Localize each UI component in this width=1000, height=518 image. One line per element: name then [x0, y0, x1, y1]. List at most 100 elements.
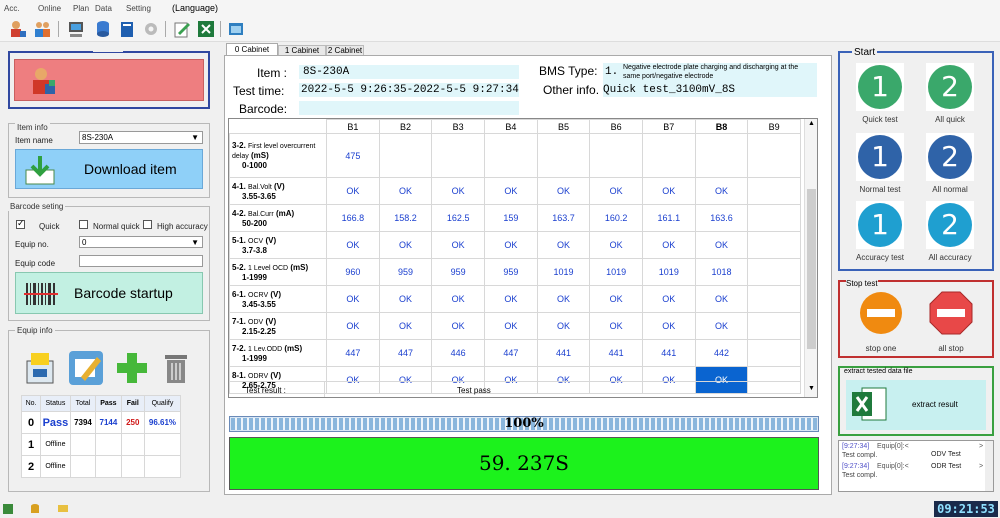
- grid-cell[interactable]: 1019: [641, 258, 696, 286]
- grid-cell[interactable]: [747, 177, 801, 205]
- menu-language[interactable]: (Language): [172, 3, 218, 13]
- grid-cell[interactable]: OK: [378, 177, 433, 205]
- table-row[interactable]: 6-1. OCRV (V) 3.45-3.55 OK OK OK OK OK OK OK OK: [229, 285, 801, 313]
- grid-cell[interactable]: 441: [536, 339, 591, 367]
- grid-cell[interactable]: OK: [641, 177, 696, 205]
- item-name-select[interactable]: 8S-230A ▼: [79, 131, 203, 144]
- trash-icon[interactable]: [161, 351, 191, 385]
- grid-cell[interactable]: [378, 133, 433, 178]
- grid-cell[interactable]: [431, 133, 486, 178]
- grid-cell[interactable]: OK: [378, 285, 433, 313]
- normal-quick-checkbox[interactable]: [79, 220, 88, 229]
- menu-acc[interactable]: Acc.: [4, 4, 20, 13]
- grid-cell[interactable]: 447: [484, 339, 538, 367]
- grid-cell[interactable]: [747, 285, 801, 313]
- all-stop-icon[interactable]: [928, 290, 974, 336]
- grid-cell[interactable]: [747, 204, 801, 232]
- menu-data[interactable]: Data: [95, 4, 112, 13]
- menu-plan[interactable]: Plan: [73, 4, 89, 13]
- printer-icon[interactable]: [23, 351, 57, 387]
- grid-cell[interactable]: OK: [589, 231, 643, 259]
- grid-cell[interactable]: OK: [641, 312, 696, 340]
- grid-cell[interactable]: 1019: [536, 258, 591, 286]
- table-row[interactable]: 7-2. 1 Lev.ODD (mS) 1-1999 447 447 446 447 441…: [229, 339, 801, 367]
- table-row[interactable]: 3-2. First level overcurrent delay (mS) 0…: [229, 133, 801, 178]
- grid-cell[interactable]: 166.8: [326, 204, 380, 232]
- window-icon[interactable]: [226, 19, 246, 39]
- table-row[interactable]: 1 Offline: [20, 433, 182, 456]
- grid-cell[interactable]: OK: [431, 312, 486, 340]
- equip-code-input[interactable]: [79, 255, 203, 267]
- grid-cell[interactable]: OK: [431, 177, 486, 205]
- table-row[interactable]: 2 Offline: [20, 455, 182, 478]
- grid-cell[interactable]: 959: [378, 258, 433, 286]
- table-row[interactable]: 7-1. ODV (V) 2.15-2.25 OK OK OK OK OK OK OK OK: [229, 312, 801, 340]
- grid-cell[interactable]: 159: [484, 204, 538, 232]
- grid-cell[interactable]: OK: [694, 177, 749, 205]
- grid-cell[interactable]: OK: [378, 231, 433, 259]
- grid-cell[interactable]: OK: [484, 312, 538, 340]
- grid-cell[interactable]: OK: [326, 231, 380, 259]
- grid-cell[interactable]: [747, 258, 801, 286]
- user-icon[interactable]: [8, 19, 28, 39]
- grid-cell[interactable]: 475: [326, 133, 380, 178]
- equip-no-select[interactable]: 0 ▼: [79, 236, 203, 248]
- grid-cell[interactable]: 160.2: [589, 204, 643, 232]
- grid-cell[interactable]: OK: [589, 285, 643, 313]
- table-row[interactable]: 0 Pass 7394 7144 250 96.61%: [20, 411, 182, 434]
- grid-cell[interactable]: 161.1: [641, 204, 696, 232]
- grid-cell[interactable]: [641, 133, 696, 178]
- grid-cell[interactable]: 162.5: [431, 204, 486, 232]
- grid-cell[interactable]: [747, 133, 801, 178]
- table-row[interactable]: 5-2. 1 Level OCD (mS) 1-1999 960 959 959 959 1…: [229, 258, 801, 286]
- database-icon[interactable]: [93, 19, 113, 39]
- chevron-down-icon[interactable]: ▼: [808, 385, 815, 392]
- login-button[interactable]: [14, 59, 204, 101]
- grid-cell[interactable]: OK: [536, 177, 591, 205]
- grid-cell[interactable]: [694, 133, 749, 178]
- vertical-scrollbar[interactable]: ▲ ▼: [804, 119, 817, 397]
- grid-cell[interactable]: 441: [589, 339, 643, 367]
- menu-online[interactable]: Online: [38, 4, 61, 13]
- grid-cell[interactable]: 163.6: [694, 204, 749, 232]
- grid-cell[interactable]: OK: [326, 312, 380, 340]
- grid-cell[interactable]: [747, 231, 801, 259]
- grid-cell[interactable]: OK: [431, 285, 486, 313]
- start-button-4[interactable]: 2: [926, 133, 974, 181]
- grid-cell[interactable]: OK: [536, 285, 591, 313]
- grid-cell[interactable]: OK: [589, 312, 643, 340]
- grid-cell[interactable]: OK: [431, 231, 486, 259]
- scrollbar-thumb[interactable]: [807, 189, 816, 349]
- grid-cell[interactable]: OK: [694, 312, 749, 340]
- grid-cell[interactable]: 447: [326, 339, 380, 367]
- excel-icon[interactable]: [196, 19, 216, 39]
- grid-cell[interactable]: [536, 133, 591, 178]
- grid-cell[interactable]: OK: [536, 231, 591, 259]
- grid-cell[interactable]: 158.2: [378, 204, 433, 232]
- grid-cell[interactable]: OK: [484, 231, 538, 259]
- edit-device-icon[interactable]: [67, 349, 105, 387]
- grid-cell[interactable]: 959: [484, 258, 538, 286]
- add-icon[interactable]: [115, 351, 149, 385]
- grid-cell[interactable]: 446: [431, 339, 486, 367]
- grid-cell[interactable]: [589, 133, 643, 178]
- grid-cell[interactable]: 447: [378, 339, 433, 367]
- table-row[interactable]: 4-1. Bal.Volt (V) 3.55-3.65 OK OK OK OK OK OK OK…: [229, 177, 801, 205]
- start-button-3[interactable]: 1: [856, 133, 904, 181]
- grid-cell[interactable]: OK: [536, 312, 591, 340]
- barcode-startup-button[interactable]: Barcode startup: [15, 272, 203, 314]
- menu-setting[interactable]: Setting: [126, 4, 151, 13]
- start-button-1[interactable]: 1: [856, 63, 904, 111]
- chevron-up-icon[interactable]: ▲: [808, 120, 815, 127]
- grid-cell[interactable]: 959: [431, 258, 486, 286]
- grid-cell[interactable]: OK: [484, 177, 538, 205]
- grid-cell[interactable]: OK: [641, 285, 696, 313]
- gear-icon[interactable]: [141, 19, 161, 39]
- grid-cell[interactable]: OK: [484, 285, 538, 313]
- table-row[interactable]: 4-2. Bal.Curr (mA) 50-200 166.8 158.2 162.5 1…: [229, 204, 801, 232]
- high-accuracy-checkbox[interactable]: [143, 220, 152, 229]
- grid-cell[interactable]: [484, 133, 538, 178]
- log-scrollbar[interactable]: [985, 441, 993, 491]
- grid-cell[interactable]: OK: [378, 312, 433, 340]
- grid-cell[interactable]: [747, 339, 801, 367]
